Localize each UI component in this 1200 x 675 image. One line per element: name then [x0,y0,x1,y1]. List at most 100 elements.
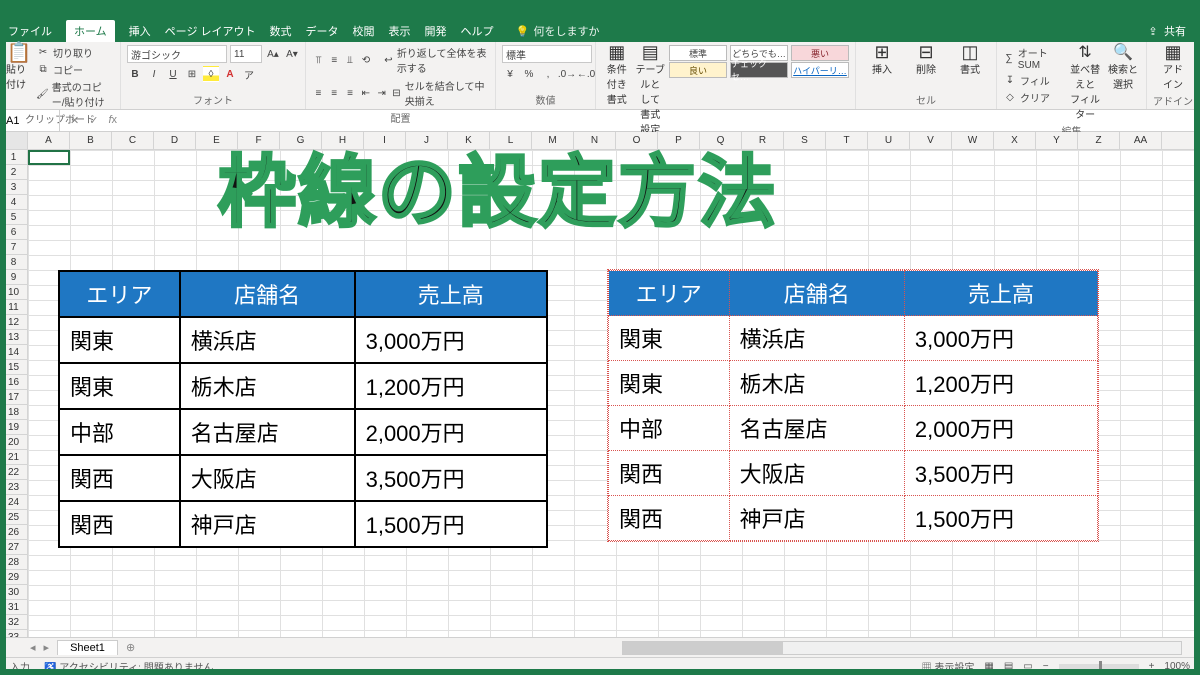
copy-button[interactable]: ⧉コピー [36,62,114,77]
underline-button[interactable]: U [165,66,181,82]
grow-font-button[interactable]: A▴ [265,46,281,62]
sort-filter-button[interactable]: ⇅並べ替えと フィルター [1068,45,1102,121]
column-header[interactable]: I [364,132,406,149]
font-color-button[interactable]: A [222,66,238,82]
phonetic-button[interactable]: ア [241,66,257,82]
row-header[interactable]: 4 [0,195,27,210]
tab-file[interactable]: ファイル [8,23,52,39]
indent-inc-button[interactable]: ⇥ [375,85,388,101]
column-header[interactable]: G [280,132,322,149]
row-header[interactable]: 28 [0,555,27,570]
cell-style-hyperlink[interactable]: ハイパーリ… [791,62,849,78]
accounting-button[interactable]: ¥ [502,66,518,82]
tab-data[interactable]: データ [306,23,339,39]
column-header[interactable]: E [196,132,238,149]
column-header[interactable]: K [448,132,490,149]
row-header[interactable]: 33 [0,630,27,637]
align-right-button[interactable]: ≡ [344,85,357,101]
row-header[interactable]: 26 [0,525,27,540]
column-header[interactable]: O [616,132,658,149]
select-all-corner[interactable] [0,132,28,149]
tab-review[interactable]: 校閲 [353,23,375,39]
row-header[interactable]: 23 [0,480,27,495]
column-header[interactable]: B [70,132,112,149]
cell-style-check[interactable]: チェック セ… [730,62,788,78]
row-header[interactable]: 30 [0,585,27,600]
status-accessibility[interactable]: ♿ アクセシビリティ: 問題ありません [44,659,213,674]
delete-cells-button[interactable]: ⊟削除 [906,45,946,76]
scrollbar-thumb[interactable] [623,642,783,654]
decrease-decimal-button[interactable]: ←.0 [578,66,594,82]
view-page-layout-button[interactable]: ▤ [1004,661,1013,672]
zoom-slider[interactable] [1059,664,1139,670]
column-header[interactable]: A [28,132,70,149]
align-middle-button[interactable]: ≡ [328,52,341,68]
row-header[interactable]: 8 [0,255,27,270]
new-sheet-button[interactable]: ⊕ [126,641,135,654]
align-left-button[interactable]: ≡ [312,85,325,101]
name-box[interactable]: A1 [0,110,60,131]
sheet-nav-prev[interactable]: ◂ [30,641,36,654]
row-header[interactable]: 22 [0,465,27,480]
addins-button[interactable]: ▦アド イン [1153,45,1193,91]
format-as-table-button[interactable]: ▤テーブルとして 書式設定 [636,45,666,136]
zoom-in-button[interactable]: + [1149,661,1155,672]
format-cells-button[interactable]: ◫書式 [950,45,990,76]
tab-view[interactable]: 表示 [389,23,411,39]
insert-cells-button[interactable]: ⊞挿入 [862,45,902,76]
tell-me[interactable]: 💡何をしますか [516,23,600,39]
row-header[interactable]: 21 [0,450,27,465]
column-header[interactable]: N [574,132,616,149]
column-header[interactable]: Z [1078,132,1120,149]
column-header[interactable]: P [658,132,700,149]
worksheet-grid[interactable]: ABCDEFGHIJKLMNOPQRSTUVWXYZAA 12345678910… [0,132,1200,637]
tab-page-layout[interactable]: ページ レイアウト [165,23,256,39]
indent-dec-button[interactable]: ⇤ [359,85,372,101]
number-format-select[interactable]: 標準 [502,45,592,63]
wrap-text-button[interactable]: ↩折り返して全体を表示する [383,45,489,75]
display-settings-button[interactable]: ▦ 表示設定 [922,659,975,674]
zoom-out-button[interactable]: − [1043,661,1049,672]
row-header[interactable]: 6 [0,225,27,240]
row-header[interactable]: 3 [0,180,27,195]
column-header[interactable]: T [826,132,868,149]
row-header[interactable]: 13 [0,330,27,345]
column-header[interactable]: J [406,132,448,149]
tab-formulas[interactable]: 数式 [270,23,292,39]
row-header[interactable]: 19 [0,420,27,435]
cell-style-bad[interactable]: 悪い [791,45,849,61]
border-button[interactable]: ⊞ [184,66,200,82]
row-header[interactable]: 7 [0,240,27,255]
row-header[interactable]: 11 [0,300,27,315]
italic-button[interactable]: I [146,66,162,82]
column-header[interactable]: S [784,132,826,149]
column-header[interactable]: Q [700,132,742,149]
column-header[interactable]: X [994,132,1036,149]
cut-button[interactable]: ✂切り取り [36,45,114,60]
view-page-break-button[interactable]: ▭ [1023,661,1032,672]
font-size-select[interactable]: 11 [230,45,262,63]
align-center-button[interactable]: ≡ [328,85,341,101]
row-header[interactable]: 24 [0,495,27,510]
row-header[interactable]: 18 [0,405,27,420]
row-header[interactable]: 10 [0,285,27,300]
align-bottom-button[interactable]: ⫫ [344,52,357,68]
column-header[interactable]: C [112,132,154,149]
column-header[interactable]: D [154,132,196,149]
row-header[interactable]: 2 [0,165,27,180]
zoom-level[interactable]: 100% [1164,661,1190,672]
fill-color-button[interactable]: ◊ [203,66,219,82]
conditional-formatting-button[interactable]: ▦条件付き 書式 [602,45,632,106]
font-name-select[interactable]: 游ゴシック [127,45,227,63]
row-header[interactable]: 17 [0,390,27,405]
column-header[interactable]: AA [1120,132,1162,149]
align-top-button[interactable]: ⫪ [312,52,325,68]
column-header[interactable]: H [322,132,364,149]
cell-style-good[interactable]: 良い [669,62,727,78]
tab-home[interactable]: ホーム [66,20,115,42]
comma-button[interactable]: , [540,66,556,82]
row-header[interactable]: 1 [0,150,27,165]
row-header[interactable]: 5 [0,210,27,225]
row-header[interactable]: 27 [0,540,27,555]
format-painter-button[interactable]: 🖌書式のコピー/貼り付け [36,79,114,109]
